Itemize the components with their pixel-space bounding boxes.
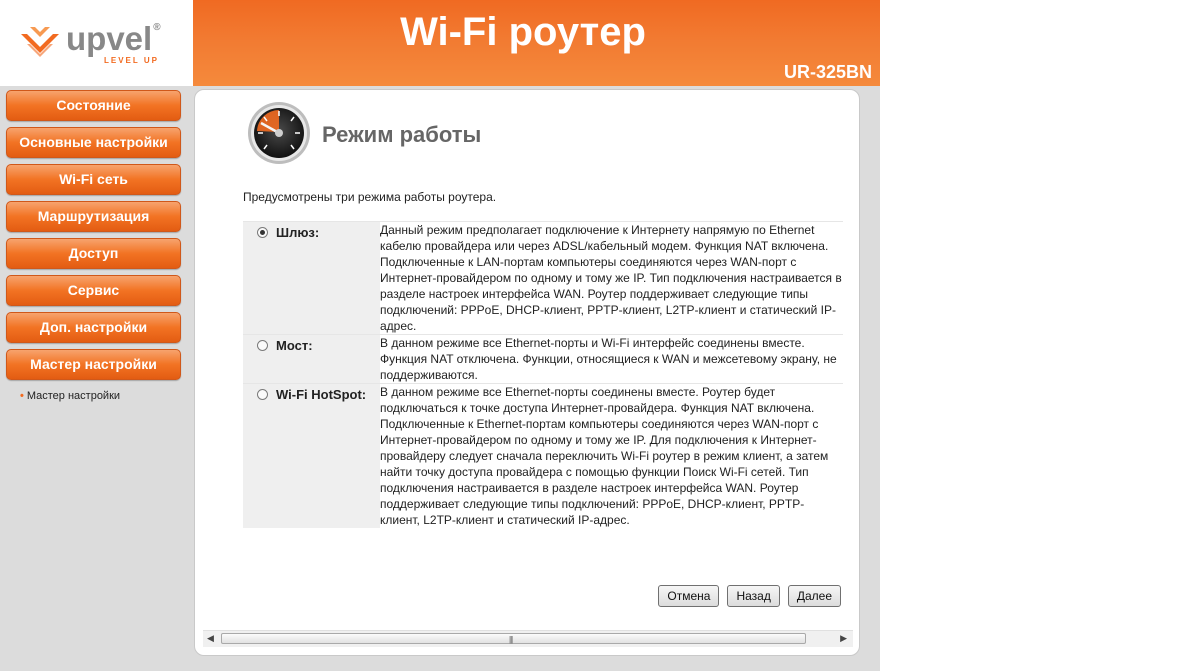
router-frame: upvel® LEVEL UP Wi-Fi роутер UR-325BN Со… bbox=[0, 0, 880, 671]
mode-label-cell: Шлюз: bbox=[243, 221, 380, 335]
mode-label-bridge: Мост: bbox=[276, 338, 313, 353]
scroll-thumb[interactable]: ||| bbox=[221, 633, 806, 644]
mode-table: Шлюз: Данный режим предполагает подключе… bbox=[243, 221, 843, 528]
mode-label-cell: Мост: bbox=[243, 334, 380, 384]
intro-text: Предусмотрены три режима работы роутера. bbox=[243, 190, 497, 204]
logo-text: upvel® bbox=[66, 20, 161, 57]
next-button[interactable]: Далее bbox=[787, 585, 841, 607]
mode-label-cell: Wi-Fi HotSpot: bbox=[243, 383, 380, 528]
model-name: UR-325BN bbox=[783, 62, 872, 82]
back-button[interactable]: Назад bbox=[727, 585, 780, 607]
sidebar-item-service[interactable]: Сервис bbox=[6, 275, 181, 306]
mode-option-hotspot[interactable]: Wi-Fi HotSpot: bbox=[243, 384, 380, 402]
sidebar-item-routing[interactable]: Маршрутизация bbox=[6, 201, 181, 232]
sidebar-item-advanced-settings[interactable]: Доп. настройки bbox=[6, 312, 181, 343]
mode-option-gateway[interactable]: Шлюз: bbox=[243, 222, 380, 240]
mode-row-hotspot: Wi-Fi HotSpot: В данном режиме все Ether… bbox=[243, 383, 843, 528]
mode-label-hotspot: Wi-Fi HotSpot: bbox=[276, 387, 367, 402]
upvel-logo-icon bbox=[21, 27, 59, 57]
logo-tagline: LEVEL UP bbox=[104, 56, 159, 65]
radio-hotspot[interactable] bbox=[257, 389, 268, 400]
mode-row-gateway: Шлюз: Данный режим предполагает подключе… bbox=[243, 221, 843, 335]
sidebar-item-setup-wizard[interactable]: Мастер настройки bbox=[6, 349, 181, 380]
header-title: Wi-Fi роутер bbox=[400, 10, 646, 54]
content-panel: Режим работы Предусмотрены три режима ра… bbox=[194, 89, 860, 656]
sidebar-item-access[interactable]: Доступ bbox=[6, 238, 181, 269]
sidebar-subitem-setup-wizard[interactable]: • Мастер настройки bbox=[20, 390, 120, 402]
header-banner: Wi-Fi роутер UR-325BN bbox=[193, 0, 880, 86]
scroll-right-icon[interactable]: ▶ bbox=[840, 633, 847, 644]
cancel-button[interactable]: Отмена bbox=[658, 585, 720, 607]
logo: upvel® LEVEL UP bbox=[0, 0, 193, 86]
sidebar-item-wifi-network[interactable]: Wi-Fi сеть bbox=[6, 164, 181, 195]
mode-label-gateway: Шлюз: bbox=[276, 225, 320, 240]
subitem-label: Мастер настройки bbox=[26, 390, 121, 402]
mode-row-bridge: Мост: В данном режиме все Ethernet-порты… bbox=[243, 334, 843, 384]
radio-gateway[interactable] bbox=[257, 227, 268, 238]
sidebar-item-basic-settings[interactable]: Основные настройки bbox=[6, 127, 181, 158]
sidebar: Состояние Основные настройки Wi-Fi сеть … bbox=[0, 86, 193, 671]
page-title: Режим работы bbox=[322, 122, 482, 147]
bullet-icon: • bbox=[20, 390, 24, 402]
grip-icon: ||| bbox=[509, 635, 513, 644]
mode-description-bridge: В данном режиме все Ethernet-порты и Wi-… bbox=[380, 336, 837, 382]
sidebar-item-status[interactable]: Состояние bbox=[6, 90, 181, 121]
horizontal-scrollbar[interactable]: ◀ ||| ▶ bbox=[203, 630, 853, 647]
mode-option-bridge[interactable]: Мост: bbox=[243, 335, 380, 353]
button-bar: Отмена Назад Далее bbox=[658, 585, 841, 607]
mode-description-gateway: Данный режим предполагает подключение к … bbox=[380, 223, 842, 333]
scroll-left-icon[interactable]: ◀ bbox=[207, 633, 214, 644]
mode-description-hotspot: В данном режиме все Ethernet-порты соеди… bbox=[380, 385, 829, 527]
gauge-icon bbox=[248, 102, 310, 164]
radio-bridge[interactable] bbox=[257, 340, 268, 351]
